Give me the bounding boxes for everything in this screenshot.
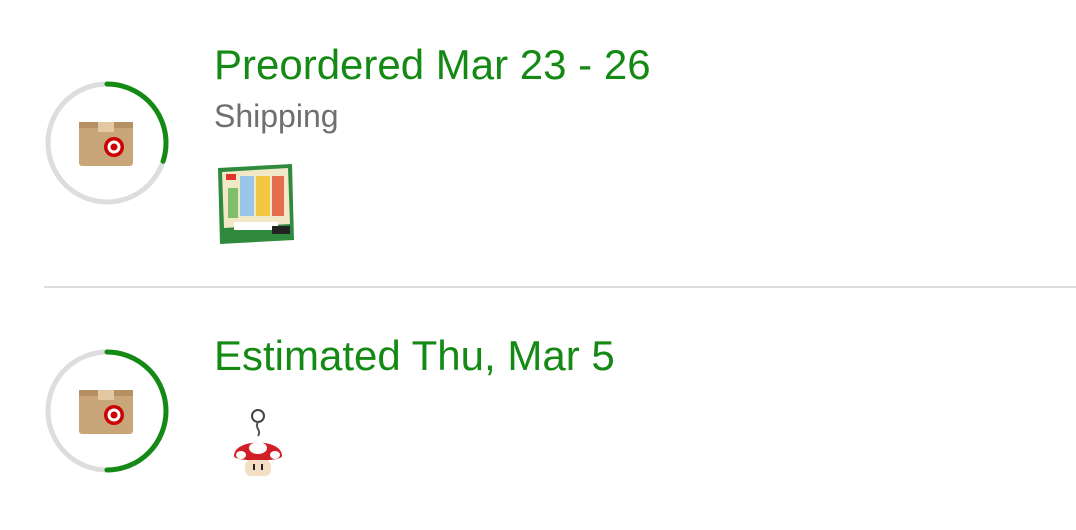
shipping-progress-ring — [44, 80, 170, 206]
mushroom-keychain-image — [234, 409, 282, 476]
target-package-icon — [78, 121, 134, 167]
shipping-progress-ring — [44, 348, 170, 474]
order-status-title: Preordered Mar 23 - 26 — [214, 41, 651, 88]
trading-card-box-image — [218, 164, 294, 244]
order-row[interactable]: Preordered Mar 23 - 26 Shipping — [0, 0, 1076, 244]
order-divider — [44, 286, 1076, 288]
order-status-title: Estimated Thu, Mar 5 — [214, 332, 615, 379]
product-thumbnail[interactable] — [214, 408, 302, 496]
target-package-icon — [78, 389, 134, 435]
order-status-subtitle: Shipping — [214, 98, 339, 134]
product-thumbnail[interactable] — [214, 160, 302, 248]
order-row[interactable]: Estimated Thu, Mar 5 — [0, 290, 1076, 530]
